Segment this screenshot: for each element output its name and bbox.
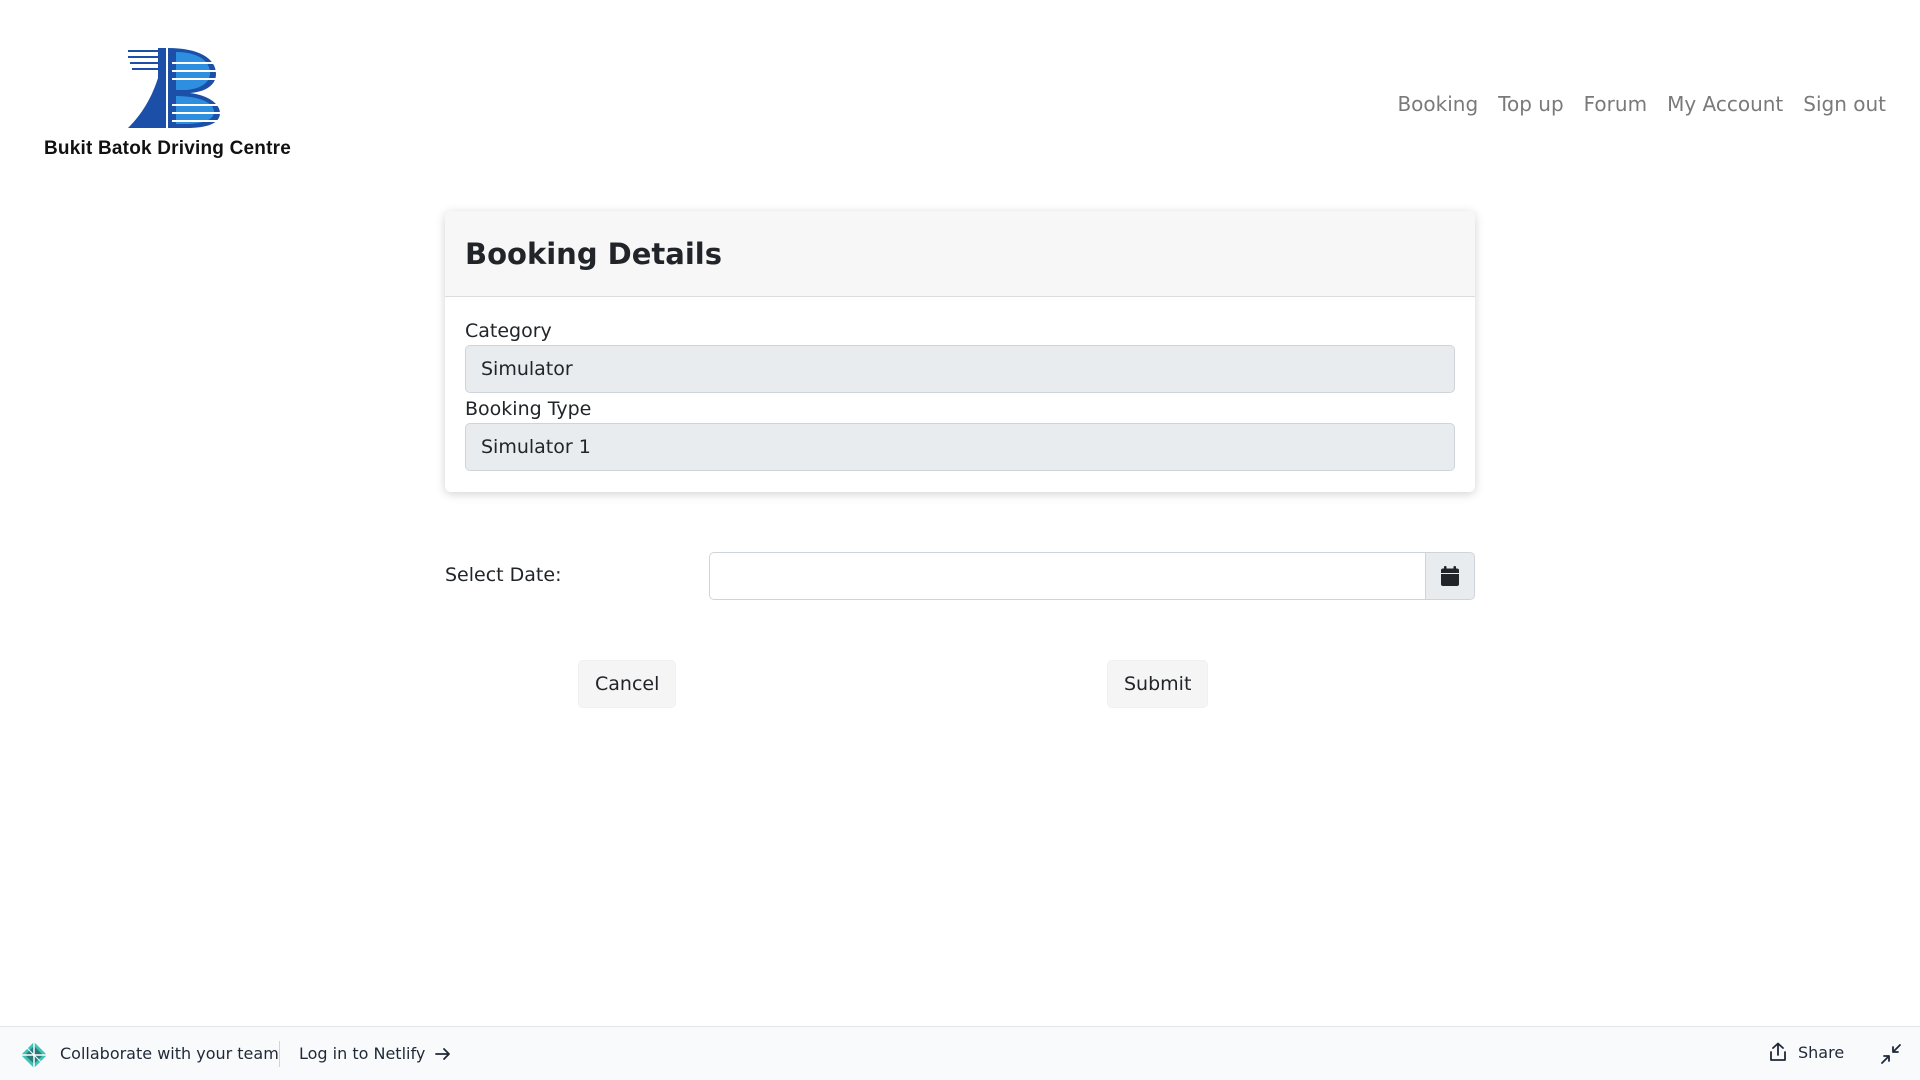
collapse-icon[interactable] <box>1880 1043 1902 1065</box>
nav-sign-out[interactable]: Sign out <box>1793 92 1896 116</box>
main-nav: Booking Top up Forum My Account Sign out <box>1387 92 1896 116</box>
card-body: Category Simulator Booking Type Simulato… <box>445 297 1475 471</box>
nav-booking[interactable]: Booking <box>1387 92 1488 116</box>
card-header: Booking Details <box>445 211 1475 297</box>
share-label: Share <box>1798 1042 1845 1062</box>
calendar-icon <box>1441 566 1459 586</box>
cancel-button[interactable]: Cancel <box>578 660 677 708</box>
share-icon <box>1770 1042 1786 1061</box>
submit-button[interactable]: Submit <box>1107 660 1209 708</box>
booking-type-label: Booking Type <box>465 398 592 420</box>
category-value: Simulator <box>481 358 573 380</box>
divider <box>279 1041 280 1067</box>
booking-type-value: Simulator 1 <box>481 436 591 458</box>
card-title: Booking Details <box>465 236 722 271</box>
netlify-logo-icon <box>21 1042 47 1068</box>
calendar-button[interactable] <box>1425 552 1475 600</box>
arrow-right-icon <box>435 1047 451 1060</box>
nav-my-account[interactable]: My Account <box>1657 92 1793 116</box>
select-date-label: Select Date: <box>445 564 562 586</box>
category-field: Simulator <box>465 345 1455 393</box>
bbdc-logo-icon <box>128 48 220 128</box>
nav-forum[interactable]: Forum <box>1574 92 1657 116</box>
netlify-drawer-bar: Collaborate with your team Log in to Net… <box>0 1026 1920 1080</box>
booking-details-card: Booking Details Category Simulator Booki… <box>445 211 1475 492</box>
date-input[interactable] <box>709 552 1425 600</box>
collaborate-text: Collaborate with your team <box>60 1044 279 1063</box>
site-header: Bukit Batok Driving Centre Booking Top u… <box>0 0 1920 180</box>
share-button[interactable]: Share <box>1768 1042 1844 1062</box>
netlify-login-label: Log in to Netlify <box>299 1044 426 1063</box>
nav-top-up[interactable]: Top up <box>1488 92 1573 116</box>
booking-type-field: Simulator 1 <box>465 423 1455 471</box>
date-picker-group <box>709 552 1475 600</box>
category-label: Category <box>465 320 552 342</box>
date-row: Select Date: <box>445 552 1475 600</box>
brand-name: Bukit Batok Driving Centre <box>44 138 291 159</box>
netlify-login-link[interactable]: Log in to Netlify <box>299 1044 451 1063</box>
